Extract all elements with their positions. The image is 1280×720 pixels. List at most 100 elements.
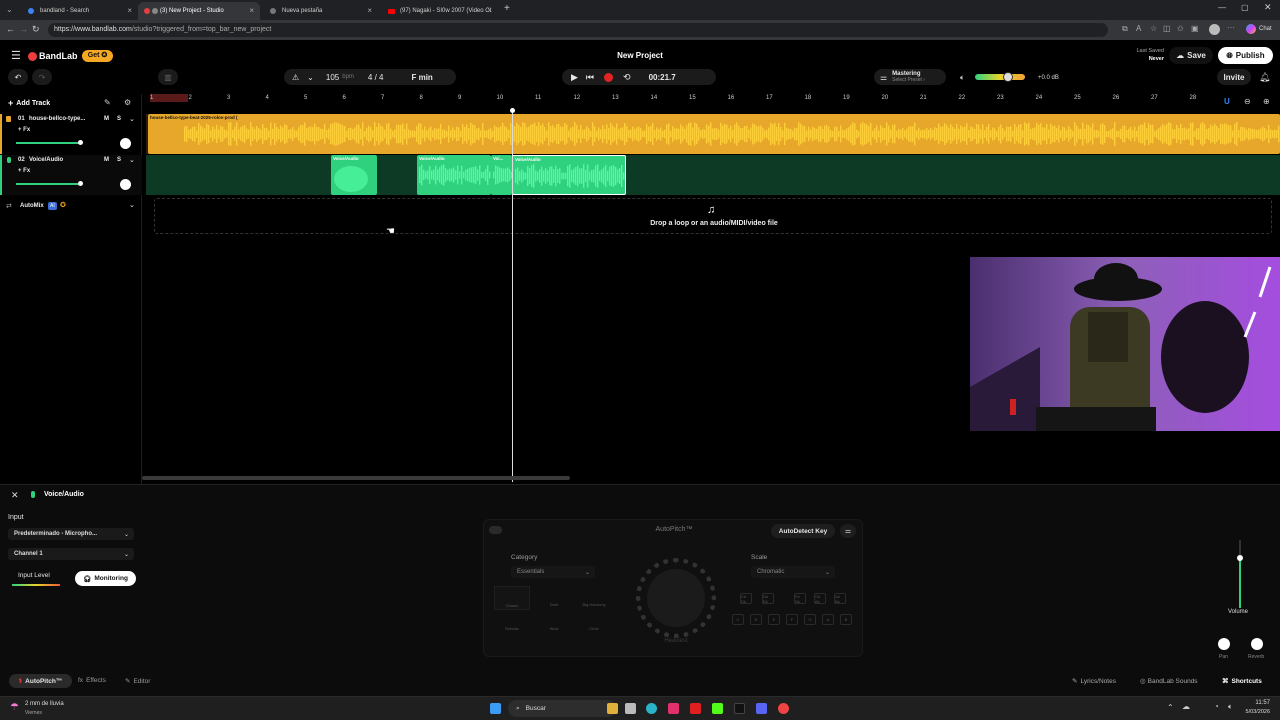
publish-button[interactable]: 🌐︎ Publish (1218, 47, 1273, 64)
project-title[interactable]: New Project (600, 51, 680, 60)
profile-avatar[interactable] (1209, 24, 1220, 35)
preset-wow[interactable]: Wow (536, 612, 572, 634)
volume-slider-handle[interactable] (78, 181, 83, 186)
volume-slider-handle[interactable] (78, 140, 83, 145)
category-select[interactable]: Essentials ⌄ (511, 566, 595, 578)
scale-key-natural[interactable]: F (786, 614, 798, 625)
audio-clip-beat[interactable]: house-bellco-type-beat-2025-rolov-prod ( (148, 114, 1280, 154)
track-header-01[interactable]: 01 house-bellco-type... M S ⌄ + Fx (0, 114, 142, 154)
mute-button[interactable]: M (104, 157, 109, 163)
back-icon[interactable]: ← (6, 24, 15, 34)
tab-bandland-search[interactable]: bandland - Search × (18, 2, 138, 20)
undo-button[interactable]: ↶ (8, 69, 28, 85)
tab-effects[interactable]: fx Effects (78, 677, 106, 684)
minimize-icon[interactable]: — (1218, 3, 1226, 12)
scale-key-natural[interactable]: E (768, 614, 780, 625)
task-view-icon[interactable] (625, 703, 636, 714)
autodetect-key-button[interactable]: AutoDetect Key (771, 524, 835, 538)
chevron-down-icon[interactable]: ⌄ (129, 156, 135, 164)
key-signature[interactable]: F min (411, 73, 432, 82)
input-device-select[interactable]: Predeterminado - Micropho... ⌄ (8, 528, 134, 540)
chevron-down-icon[interactable]: ⌄ (307, 73, 314, 82)
scale-key-natural[interactable]: A (822, 614, 834, 625)
add-fx-button[interactable]: + Fx (18, 127, 30, 133)
close-icon[interactable]: × (249, 6, 254, 15)
url-field[interactable]: https://www.bandlab.com/studio?triggered… (48, 23, 1108, 37)
browser-menu-icon[interactable]: ⌄ (6, 5, 13, 14)
close-window-icon[interactable]: ✕ (1264, 2, 1272, 13)
scale-key-natural[interactable]: G (804, 614, 816, 625)
shortcuts-button[interactable]: ⌘ Shortcuts (1222, 677, 1262, 685)
zoom-in-icon[interactable]: ⊕ (1263, 97, 1270, 106)
invite-button[interactable]: Invite (1217, 69, 1251, 85)
chevron-down-icon[interactable]: ⌄ (129, 115, 135, 123)
metronome-icon[interactable]: ⚠ (292, 73, 299, 82)
preset-choir[interactable]: Choir (576, 612, 612, 634)
master-volume-slider[interactable] (975, 72, 1025, 82)
clock-time[interactable]: 11:57 (1246, 700, 1270, 706)
tuner-icon[interactable]: ✎ (104, 98, 111, 107)
notifications-icon[interactable]: 🔔︎ (1259, 72, 1270, 83)
mute-button[interactable]: M (104, 116, 109, 122)
drop-zone[interactable]: ♫ Drop a loop or an audio/MIDI/video fil… (154, 198, 1272, 234)
tab-editor[interactable]: ✎ Editor (125, 677, 150, 685)
preset-big-harmony[interactable]: Big Harmony (576, 586, 612, 610)
track-settings-icon[interactable]: ⚙ (124, 98, 131, 107)
audio-clip-voice-4-selected[interactable]: Voice/Audio (512, 155, 626, 195)
monitoring-button[interactable]: 🎧︎ Monitoring (75, 571, 136, 586)
scale-key-sharp[interactable]: A# Bb (834, 593, 846, 604)
scale-key-sharp[interactable]: D# Eb (762, 593, 774, 604)
horizontal-scrollbar[interactable] (142, 476, 570, 480)
scale-key-sharp[interactable]: C# Db (740, 593, 752, 604)
file-explorer-icon[interactable] (607, 703, 618, 714)
taskbar-search[interactable]: ⌕ Buscar (508, 700, 616, 717)
add-fx-button[interactable]: + Fx (18, 168, 30, 174)
volume-fader[interactable] (1237, 540, 1243, 608)
volume-fader-handle[interactable] (1237, 555, 1243, 561)
scale-key-natural[interactable]: C (732, 614, 744, 625)
scale-key-sharp[interactable]: F# Gb (794, 593, 806, 604)
favorites-bar-icon[interactable]: ✩ (1177, 24, 1184, 33)
more-icon[interactable]: ··· (1227, 23, 1235, 32)
volume-handle[interactable] (1003, 72, 1013, 82)
windows-start-icon[interactable] (490, 703, 501, 714)
instagram-icon[interactable] (668, 703, 679, 714)
speaker-icon[interactable]: 🔈︎ (1228, 702, 1233, 712)
lyrics-notes-button[interactable]: ✎ Lyrics/Notes (1072, 677, 1116, 685)
copilot-icon[interactable] (1246, 24, 1256, 34)
track-header-02[interactable]: 02 Voice/Audio M S ⌄ + Fx (0, 155, 142, 195)
scale-key-sharp[interactable]: G# Ab (814, 593, 826, 604)
track-lane-01[interactable]: house-bellco-type-beat-2025-rolov-prod ( (146, 114, 1280, 154)
record-icon[interactable] (604, 72, 614, 82)
audio-clip-voice-2[interactable]: Voice/Audio (417, 155, 491, 195)
automix-row[interactable]: ⇄ AutoMix AI ✪ ⌄ (0, 200, 142, 214)
edge-icon[interactable] (646, 703, 657, 714)
audio-clip-voice-3[interactable]: Voi... (491, 155, 512, 195)
split-screen-icon[interactable]: ◫ (1163, 24, 1171, 33)
effect-amount-knob[interactable] (636, 558, 716, 638)
add-track-button[interactable]: + Add Track (8, 98, 50, 108)
chat-label[interactable]: Chat (1259, 26, 1272, 32)
reverb-knob[interactable] (1251, 638, 1263, 650)
tab-youtube-video[interactable]: (97) Nagaki - SI0w 2007 (Video Cl × (378, 2, 498, 20)
track-lane-02[interactable]: Voice/Audio Voice/Audio Voi... Voice/Aud… (146, 155, 1280, 195)
speaker-icon[interactable]: 🔈︎ (960, 73, 965, 83)
collections-icon[interactable]: ▣ (1191, 24, 1199, 33)
pan-knob[interactable] (120, 138, 131, 149)
get-membership-button[interactable]: Get ✪ (82, 50, 113, 62)
reload-icon[interactable]: ↻ (32, 24, 40, 35)
playhead[interactable] (512, 108, 513, 482)
preset-classic[interactable]: Classic (494, 586, 530, 610)
mixer-button[interactable]: ▥ (158, 69, 178, 85)
zoom-out-icon[interactable]: ⊖ (1244, 97, 1251, 106)
hamburger-menu-icon[interactable]: ☰ (11, 49, 21, 62)
skip-back-icon[interactable]: ⏮︎ (586, 72, 594, 83)
solo-button[interactable]: S (117, 116, 121, 122)
favorite-icon[interactable]: ☆ (1150, 24, 1157, 33)
timeline-ruler[interactable]: 1 2 3 4 5 6 7 8 9 10 11 12 13 14 15 16 17 18 19 20 21 22 23 24 2… (146, 94, 1280, 106)
weather-icon[interactable]: ☂ (10, 702, 19, 713)
redo-button[interactable]: ↷ (32, 69, 52, 85)
bandlab-sounds-button[interactable]: ◎ BandLab Sounds (1140, 677, 1198, 685)
extensions-icon[interactable]: ⧉ (1122, 24, 1128, 34)
tab-new-project-studio[interactable]: (3) New Project - Studio × (138, 2, 260, 20)
